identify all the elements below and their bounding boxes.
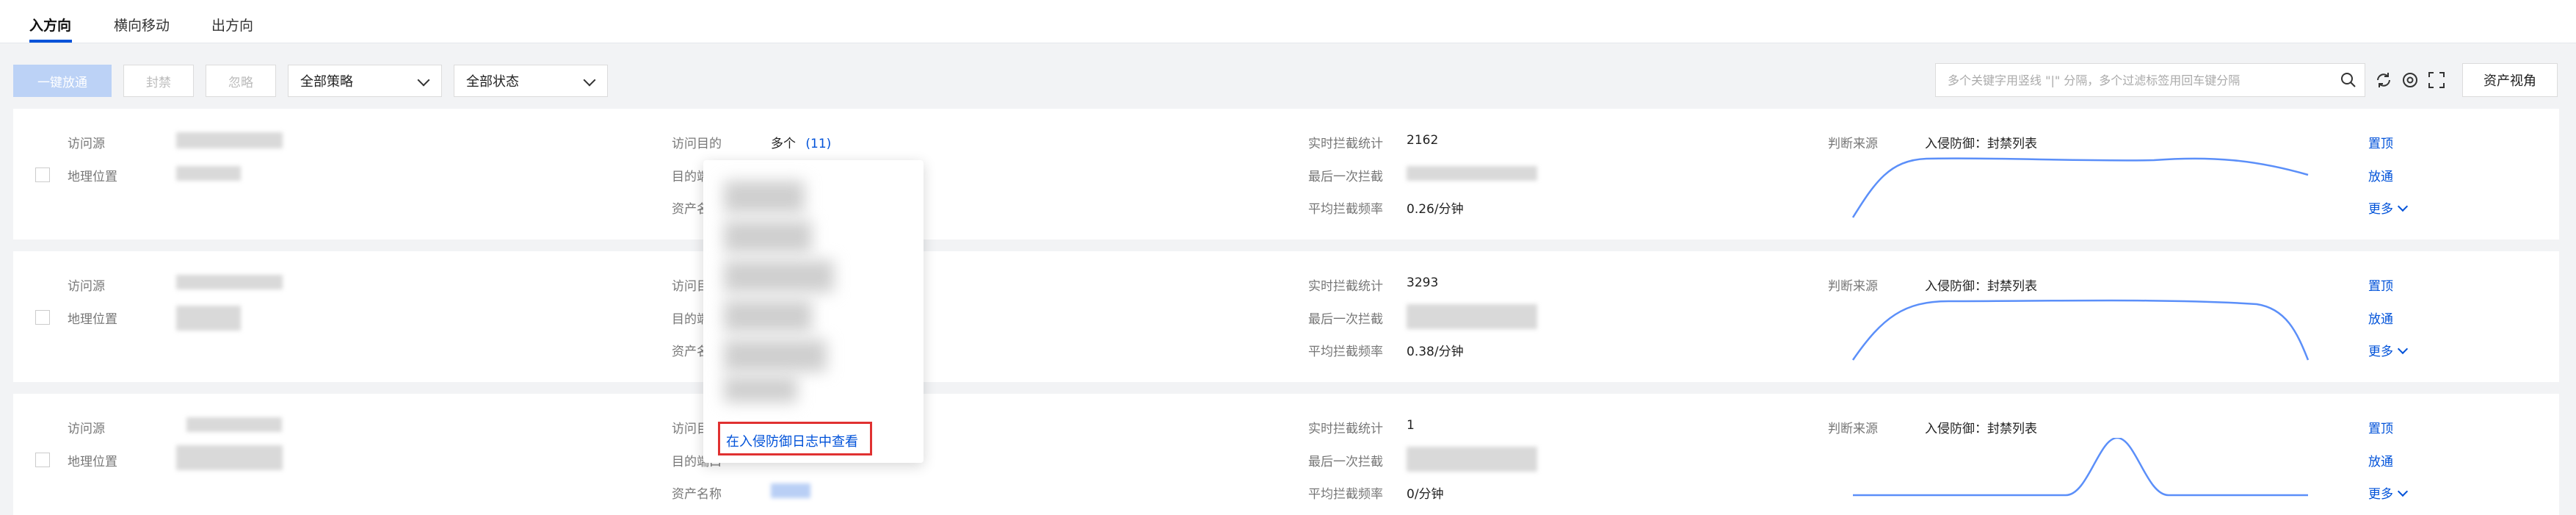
realtime-stats-label: 实时拦截统计 (1308, 422, 1383, 436)
judge-source-value: 入侵防御：封禁列表 (1925, 422, 2037, 436)
last-block-value-redacted (1407, 447, 1537, 472)
tab-outbound[interactable]: 出方向 (211, 15, 253, 35)
allow-link[interactable]: 放通 (2368, 309, 2393, 327)
policy-select-value: 全部策略 (300, 74, 353, 90)
policy-select[interactable]: 全部策略 (288, 65, 442, 97)
redacted-destination (724, 181, 805, 213)
more-menu[interactable]: 更多 (2368, 483, 2409, 502)
last-block-label: 最后一次拦截 (1308, 455, 1383, 469)
chevron-down-icon (2397, 486, 2409, 497)
one-click-allow-button[interactable]: 一键放通 (13, 65, 112, 97)
highlight-box: 在入侵防御日志中查看 (718, 422, 872, 455)
asset-view-button[interactable]: 资产视角 (2462, 63, 2558, 97)
chevron-down-icon (417, 73, 430, 87)
chevron-down-icon (2397, 201, 2409, 212)
table-row: 访问源 地理位置 访问目的 多个 (11) 目的端口 资产名称 实时拦截统计 2… (13, 109, 2559, 240)
source-value-redacted (176, 132, 283, 148)
avg-rate-label: 平均拦截频率 (1308, 345, 1383, 359)
redacted-destination (724, 260, 834, 292)
last-block-value-redacted (1407, 304, 1537, 329)
table-row: 访问源 地理位置 访问目的 目的端口 资产名称 实时拦截统计 3293 最后一次… (13, 251, 2559, 382)
search-box[interactable] (1935, 63, 2365, 97)
judge-source-label: 判断来源 (1828, 279, 1878, 294)
avg-rate-value: 0/分钟 (1407, 487, 1444, 502)
pin-link[interactable]: 置顶 (2368, 275, 2393, 294)
status-select-value: 全部状态 (466, 74, 519, 90)
avg-rate-label: 平均拦截频率 (1308, 487, 1383, 502)
more-label: 更多 (2368, 487, 2393, 502)
geo-label: 地理位置 (68, 312, 117, 327)
trend-sparkline (1853, 438, 2308, 497)
judge-source-label: 判断来源 (1828, 422, 1878, 436)
judge-source-value: 入侵防御：封禁列表 (1925, 279, 2037, 294)
row-checkbox[interactable] (35, 168, 50, 182)
tab-lateral[interactable]: 横向移动 (114, 15, 170, 35)
source-value-redacted (176, 275, 283, 289)
realtime-stats-value: 3293 (1407, 275, 1439, 290)
pin-link[interactable]: 置顶 (2368, 418, 2393, 436)
asset-name-value-redacted (771, 483, 810, 498)
source-label: 访问源 (68, 422, 105, 436)
active-tab-indicator (29, 40, 72, 43)
realtime-stats-value: 1 (1407, 418, 1415, 433)
more-label: 更多 (2368, 202, 2393, 217)
judge-source-label: 判断来源 (1828, 137, 1878, 151)
geo-label: 地理位置 (68, 455, 117, 469)
block-button[interactable]: 封禁 (123, 65, 194, 97)
more-menu[interactable]: 更多 (2368, 198, 2409, 217)
source-label: 访问源 (68, 279, 105, 294)
search-input[interactable] (1946, 73, 2331, 88)
chevron-down-icon (583, 73, 596, 87)
geo-value-redacted (176, 306, 241, 331)
row-checkbox[interactable] (35, 453, 50, 467)
allow-link[interactable]: 放通 (2368, 166, 2393, 184)
redacted-destination (724, 220, 812, 253)
avg-rate-value: 0.38/分钟 (1407, 345, 1464, 359)
row-checkbox[interactable] (35, 310, 50, 325)
source-value-redacted (186, 417, 282, 432)
redacted-destination (724, 376, 797, 403)
dest-count-link[interactable]: (11) (805, 137, 831, 151)
view-in-ips-log-link[interactable]: 在入侵防御日志中查看 (726, 431, 858, 450)
more-menu[interactable]: 更多 (2368, 341, 2409, 359)
redacted-destination (724, 300, 812, 332)
judge-source-value: 入侵防御：封禁列表 (1925, 137, 2037, 151)
last-block-label: 最后一次拦截 (1308, 170, 1383, 184)
table-row: 访问源 地理位置 访问目的 目的端口 资产名称 实时拦截统计 1 最后一次拦截 … (13, 394, 2559, 515)
geo-label: 地理位置 (68, 170, 117, 184)
last-block-label: 最后一次拦截 (1308, 312, 1383, 327)
dest-value: 多个 (11) (771, 137, 832, 151)
more-label: 更多 (2368, 345, 2393, 359)
asset-name-label: 资产名称 (672, 487, 722, 502)
fullscreen-icon[interactable] (2427, 71, 2446, 90)
trend-sparkline (1851, 157, 2309, 218)
realtime-stats-label: 实时拦截统计 (1308, 279, 1383, 294)
redacted-destination (724, 339, 827, 372)
allow-link[interactable]: 放通 (2368, 451, 2393, 469)
source-label: 访问源 (68, 137, 105, 151)
search-icon[interactable] (2340, 71, 2357, 89)
destinations-popover: 在入侵防御日志中查看 (703, 160, 924, 463)
pin-link[interactable]: 置顶 (2368, 133, 2393, 151)
realtime-stats-label: 实时拦截统计 (1308, 137, 1383, 151)
refresh-icon[interactable] (2374, 71, 2393, 90)
tab-inbound[interactable]: 入方向 (29, 15, 71, 35)
status-select[interactable]: 全部状态 (454, 65, 608, 97)
realtime-stats-value: 2162 (1407, 133, 1439, 148)
avg-rate-value: 0.26/分钟 (1407, 202, 1464, 217)
trend-sparkline (1851, 299, 2310, 361)
direction-tabs: 入方向 横向移动 出方向 (0, 0, 2576, 43)
last-block-value-redacted (1407, 166, 1537, 181)
geo-value-redacted (176, 166, 241, 181)
settings-icon[interactable] (2401, 71, 2420, 90)
chevron-down-icon (2397, 343, 2409, 355)
dest-label: 访问目的 (672, 137, 722, 151)
geo-value-redacted (176, 445, 283, 470)
ignore-button[interactable]: 忽略 (206, 65, 276, 97)
avg-rate-label: 平均拦截频率 (1308, 202, 1383, 217)
